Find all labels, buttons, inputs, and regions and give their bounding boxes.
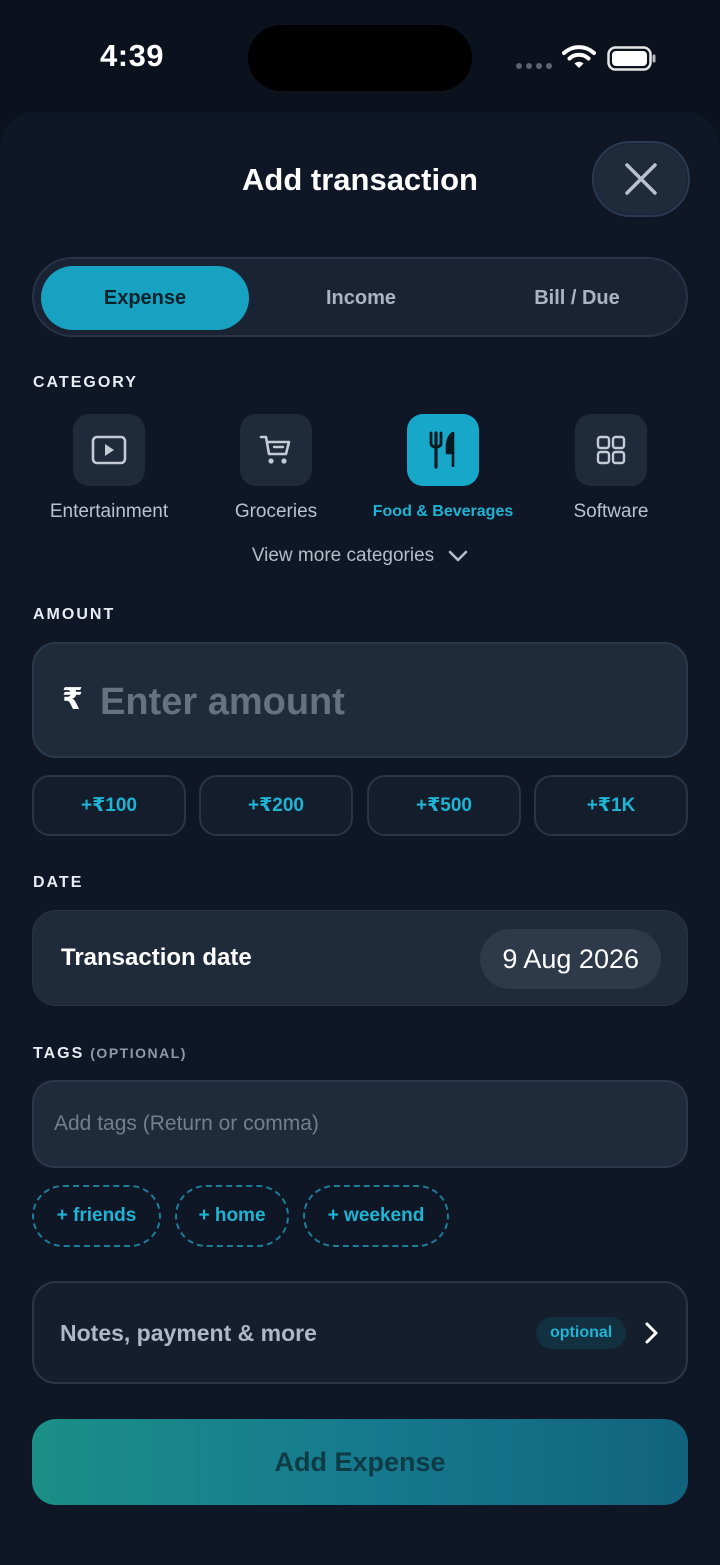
category-label: Software [573, 501, 649, 522]
category-label: Entertainment [49, 501, 169, 522]
currency-symbol: ₹ [62, 683, 83, 716]
category-tile [575, 414, 647, 486]
view-more-label: View more categories [251, 545, 435, 566]
status-bar: 4:39 [0, 0, 720, 110]
notes-payment-more-row[interactable]: Notes, payment & more optional [32, 1281, 688, 1384]
battery-icon [607, 46, 656, 71]
tab-expense[interactable]: Expense [41, 266, 249, 330]
fork-knife-icon [429, 431, 455, 469]
quick-add-1k-button[interactable]: +₹1K [534, 775, 688, 836]
dynamic-island [248, 25, 472, 91]
cellular-signal-icon [516, 63, 552, 69]
quick-add-200-button[interactable]: +₹200 [199, 775, 353, 836]
tag-suggestion-weekend[interactable]: + weekend [303, 1185, 449, 1247]
status-time: 4:39 [100, 38, 165, 73]
category-label: Groceries [234, 501, 318, 522]
view-more-categories-button[interactable]: View more categories [0, 545, 720, 567]
wifi-icon [562, 45, 596, 68]
category-section-label: CATEGORY [33, 374, 138, 391]
quick-add-500-button[interactable]: +₹500 [367, 775, 521, 836]
optional-badge: optional [536, 1317, 627, 1349]
quick-add-100-button[interactable]: +₹100 [32, 775, 186, 836]
amount-section-label: AMOUNT [33, 606, 116, 623]
date-picker-button[interactable]: 9 Aug 2026 [480, 929, 661, 989]
category-food-beverages[interactable]: Food & Beverages [358, 414, 528, 521]
date-section-label: DATE [33, 874, 84, 891]
category-tile [73, 414, 145, 486]
transaction-date-label: Transaction date [61, 944, 252, 971]
category-entertainment[interactable]: Entertainment [24, 414, 194, 523]
close-icon [625, 163, 657, 195]
tags-label: TAGS [33, 1045, 85, 1062]
amount-field[interactable]: ₹ [32, 642, 688, 758]
tags-section-label: TAGS (OPTIONAL) [33, 1045, 187, 1063]
category-groceries[interactable]: Groceries [191, 414, 361, 523]
add-expense-button[interactable]: Add Expense [32, 1419, 688, 1505]
category-label: Food & Beverages [372, 503, 514, 520]
cart-icon [259, 435, 291, 464]
tab-income[interactable]: Income [257, 266, 465, 330]
tag-suggestion-home[interactable]: + home [175, 1185, 289, 1247]
tab-bill-due[interactable]: Bill / Due [473, 266, 681, 330]
amount-input[interactable] [100, 674, 660, 730]
category-tile [407, 414, 479, 486]
play-icon [91, 435, 127, 465]
tags-input[interactable] [32, 1080, 688, 1168]
chevron-right-icon [645, 1322, 658, 1344]
transaction-type-selector: Expense Income Bill / Due [32, 257, 688, 337]
notes-label: Notes, payment & more [60, 1320, 317, 1346]
category-software[interactable]: Software [526, 414, 696, 523]
tag-suggestion-friends[interactable]: + friends [32, 1185, 161, 1247]
grid-icon [596, 435, 626, 465]
tags-optional-label: (OPTIONAL) [90, 1045, 187, 1061]
chevron-down-icon [448, 550, 468, 562]
close-button[interactable] [592, 141, 690, 217]
transaction-date-row[interactable]: Transaction date 9 Aug 2026 [32, 910, 688, 1006]
category-tile [240, 414, 312, 486]
